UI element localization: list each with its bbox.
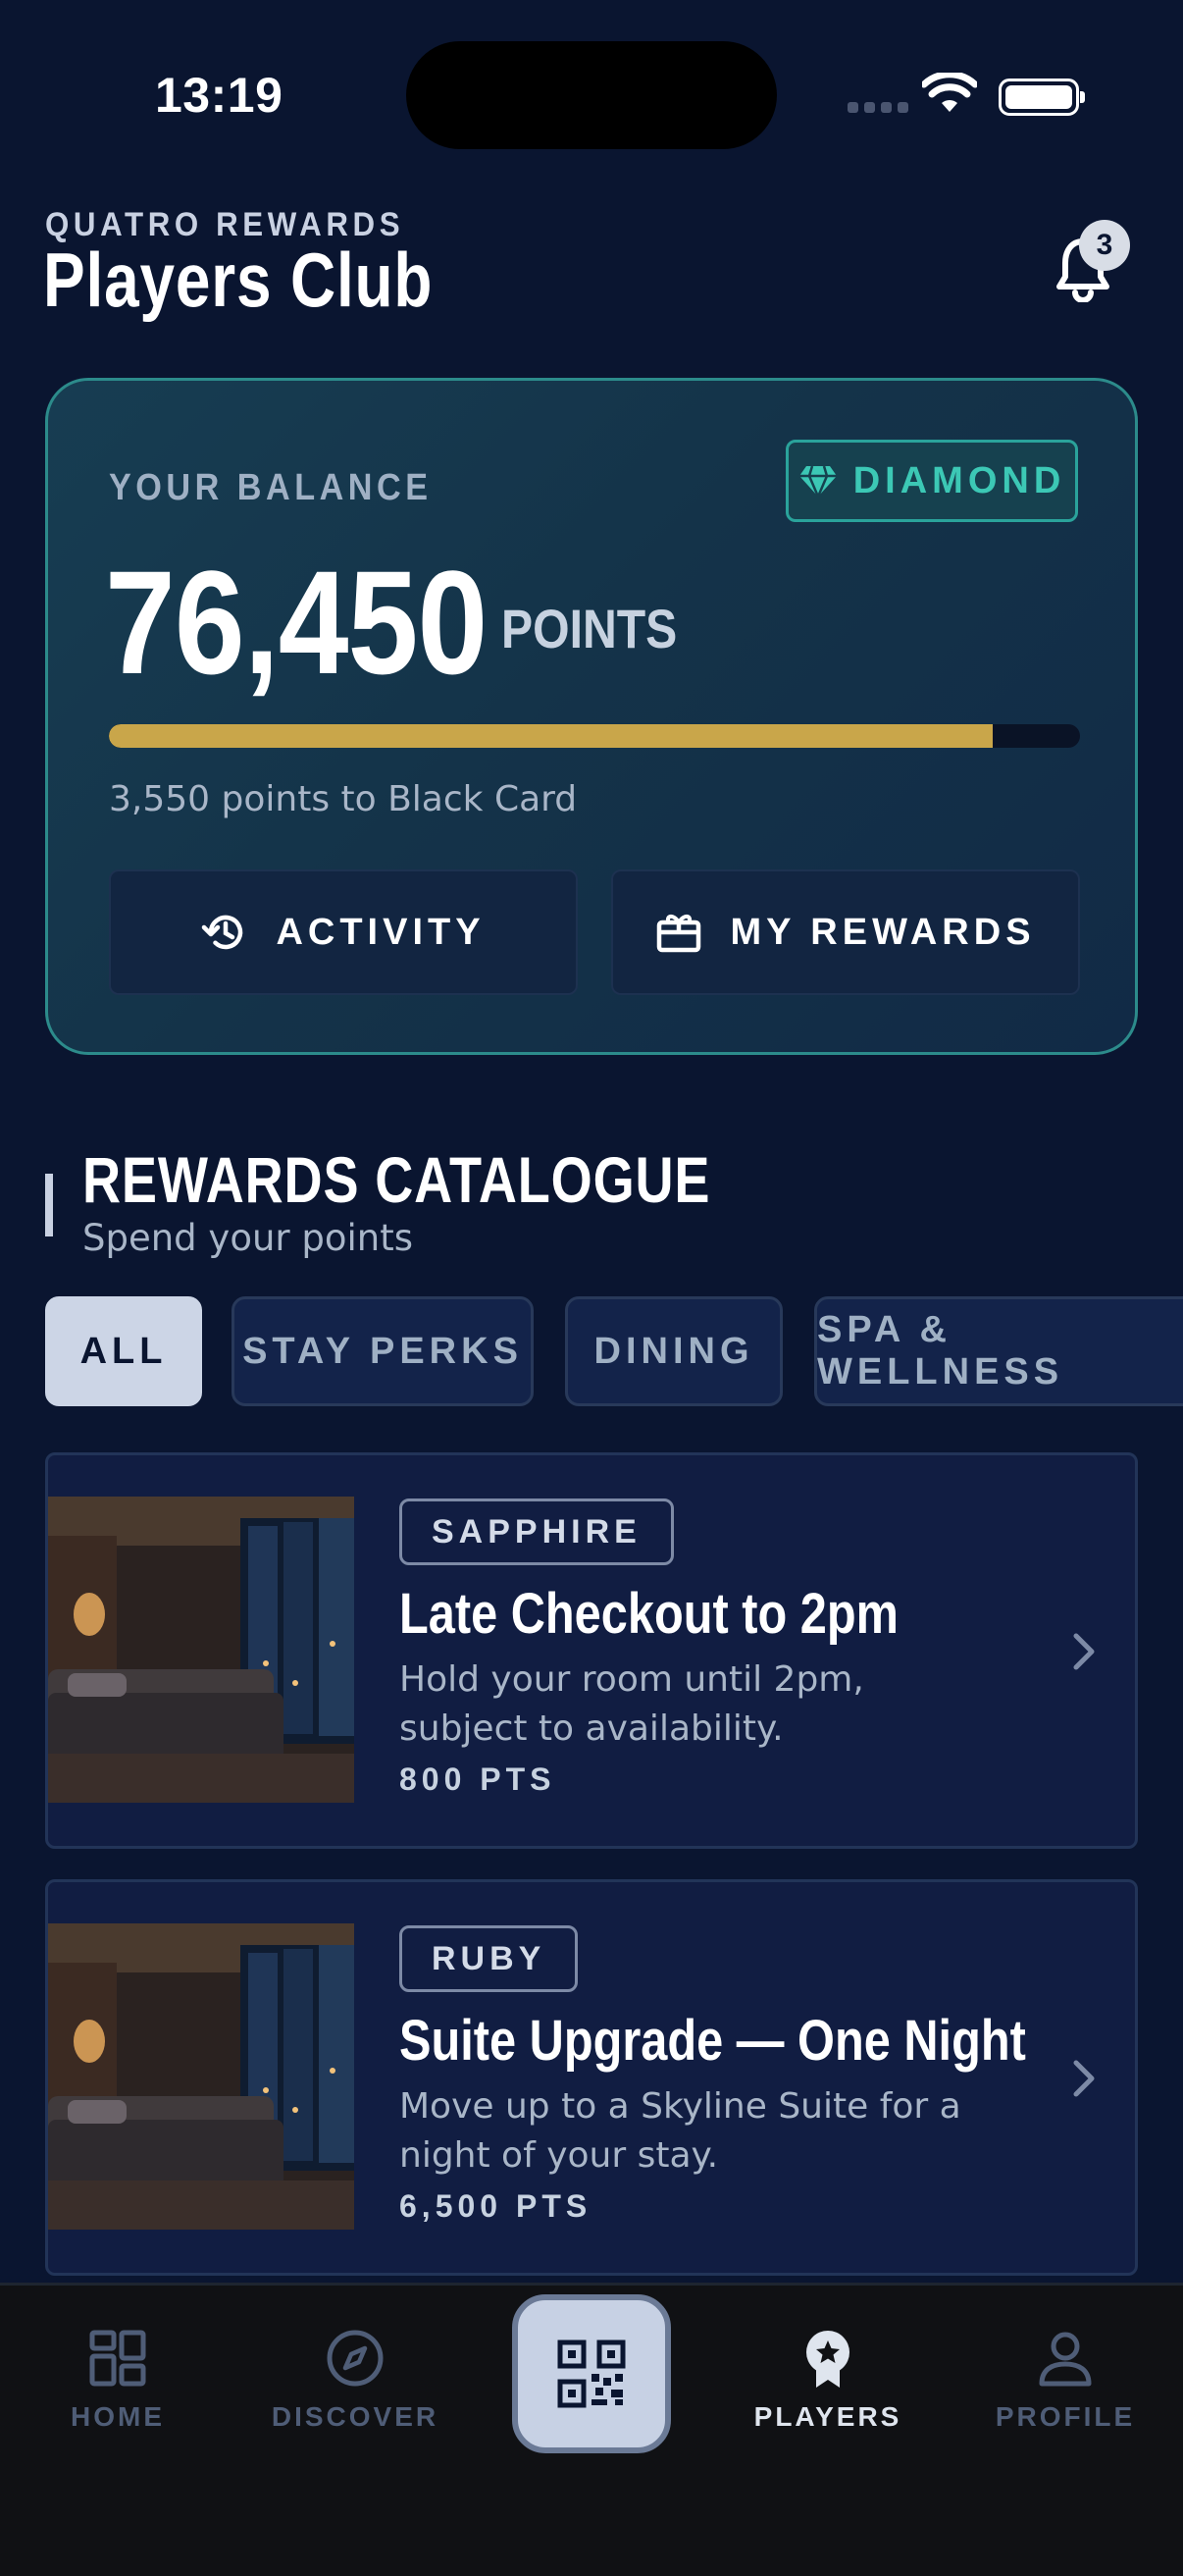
chip-label: ALL <box>79 1330 168 1372</box>
chip-label: DINING <box>593 1330 754 1372</box>
reward-card[interactable]: RUBY Suite Upgrade — One Night Move up t… <box>45 1879 1138 2276</box>
reward-thumbnail <box>48 1923 354 2230</box>
tier-progress-bar <box>109 724 1080 748</box>
chevron-right-icon <box>1073 2060 1095 2097</box>
status-time: 13:19 <box>155 68 283 123</box>
reward-card[interactable]: SAPPHIRE Late Checkout to 2pm Hold your … <box>45 1452 1138 1849</box>
section-title: REWARDS CATALOGUE <box>82 1143 711 1216</box>
dynamic-island <box>406 41 777 149</box>
reward-tier-label: RUBY <box>432 1939 546 1977</box>
reward-title: Suite Upgrade — One Night <box>399 2009 1026 2073</box>
award-icon <box>806 2331 849 2388</box>
reward-description: Move up to a Skyline Suite for a night o… <box>399 2086 961 2176</box>
my-rewards-button[interactable]: MY REWARDS <box>611 869 1080 995</box>
filter-chip-spa-wellness[interactable]: SPA & WELLNESS <box>814 1296 1183 1406</box>
history-icon <box>202 915 243 950</box>
balance-label: YOUR BALANCE <box>109 467 433 508</box>
page-title: Players Club <box>43 237 434 323</box>
chevron-right-icon <box>1073 1633 1095 1670</box>
gift-card-icon <box>657 915 701 953</box>
reward-tier-label: SAPPHIRE <box>432 1512 642 1551</box>
tab-label: HOME <box>71 2401 165 2432</box>
activity-button[interactable]: ACTIVITY <box>109 869 578 995</box>
signal-icon <box>848 102 908 113</box>
reward-tier-tag: RUBY <box>399 1925 579 1992</box>
tab-label: PLAYERS <box>753 2401 902 2432</box>
tab-home[interactable]: HOME <box>20 2327 216 2433</box>
scan-qr-button[interactable] <box>512 2294 671 2453</box>
tab-profile[interactable]: PROFILE <box>967 2327 1163 2433</box>
battery-icon <box>999 79 1085 116</box>
chip-label: SPA & WELLNESS <box>817 1309 1064 1393</box>
person-icon <box>1039 2332 1092 2387</box>
points-unit: POINTS <box>501 598 678 659</box>
reward-thumbnail <box>48 1497 354 1803</box>
section-subtitle: Spend your points <box>82 1217 414 1259</box>
diamond-icon <box>798 465 837 498</box>
chip-label: STAY PERKS <box>242 1330 523 1372</box>
reward-description: Hold your room until 2pm, subject to ava… <box>399 1659 864 1749</box>
filter-chip-stay-perks[interactable]: STAY PERKS <box>231 1296 534 1406</box>
tab-label: DISCOVER <box>271 2401 439 2432</box>
my-rewards-label: MY REWARDS <box>730 911 1036 953</box>
tier-badge: DIAMOND <box>786 440 1078 522</box>
grid-icon <box>89 2330 146 2387</box>
points-value: 76,450 <box>105 540 488 705</box>
reward-points: 800 PTS <box>399 1761 556 1797</box>
tier-label: DIAMOND <box>852 459 1066 501</box>
section-accent-bar <box>45 1174 53 1236</box>
wifi-icon <box>922 73 977 112</box>
tier-progress-fill <box>109 724 993 748</box>
compass-icon <box>327 2330 384 2387</box>
filter-chip-dining[interactable]: DINING <box>565 1296 783 1406</box>
filter-chip-all[interactable]: ALL <box>45 1296 202 1406</box>
tab-discover[interactable]: DISCOVER <box>257 2327 453 2433</box>
reward-tier-tag: SAPPHIRE <box>399 1498 674 1565</box>
activity-label: ACTIVITY <box>276 911 486 953</box>
qr-code-icon <box>557 2339 626 2408</box>
progress-text: 3,550 points to Black Card <box>109 779 578 819</box>
balance-card: YOUR BALANCE DIAMOND 76,450 POINTS 3,550… <box>45 378 1138 1055</box>
tab-label: PROFILE <box>995 2401 1136 2432</box>
notification-badge: 3 <box>1079 220 1130 271</box>
tab-players[interactable]: PLAYERS <box>730 2327 926 2433</box>
reward-title: Late Checkout to 2pm <box>399 1582 899 1646</box>
reward-points: 6,500 PTS <box>399 2188 592 2224</box>
